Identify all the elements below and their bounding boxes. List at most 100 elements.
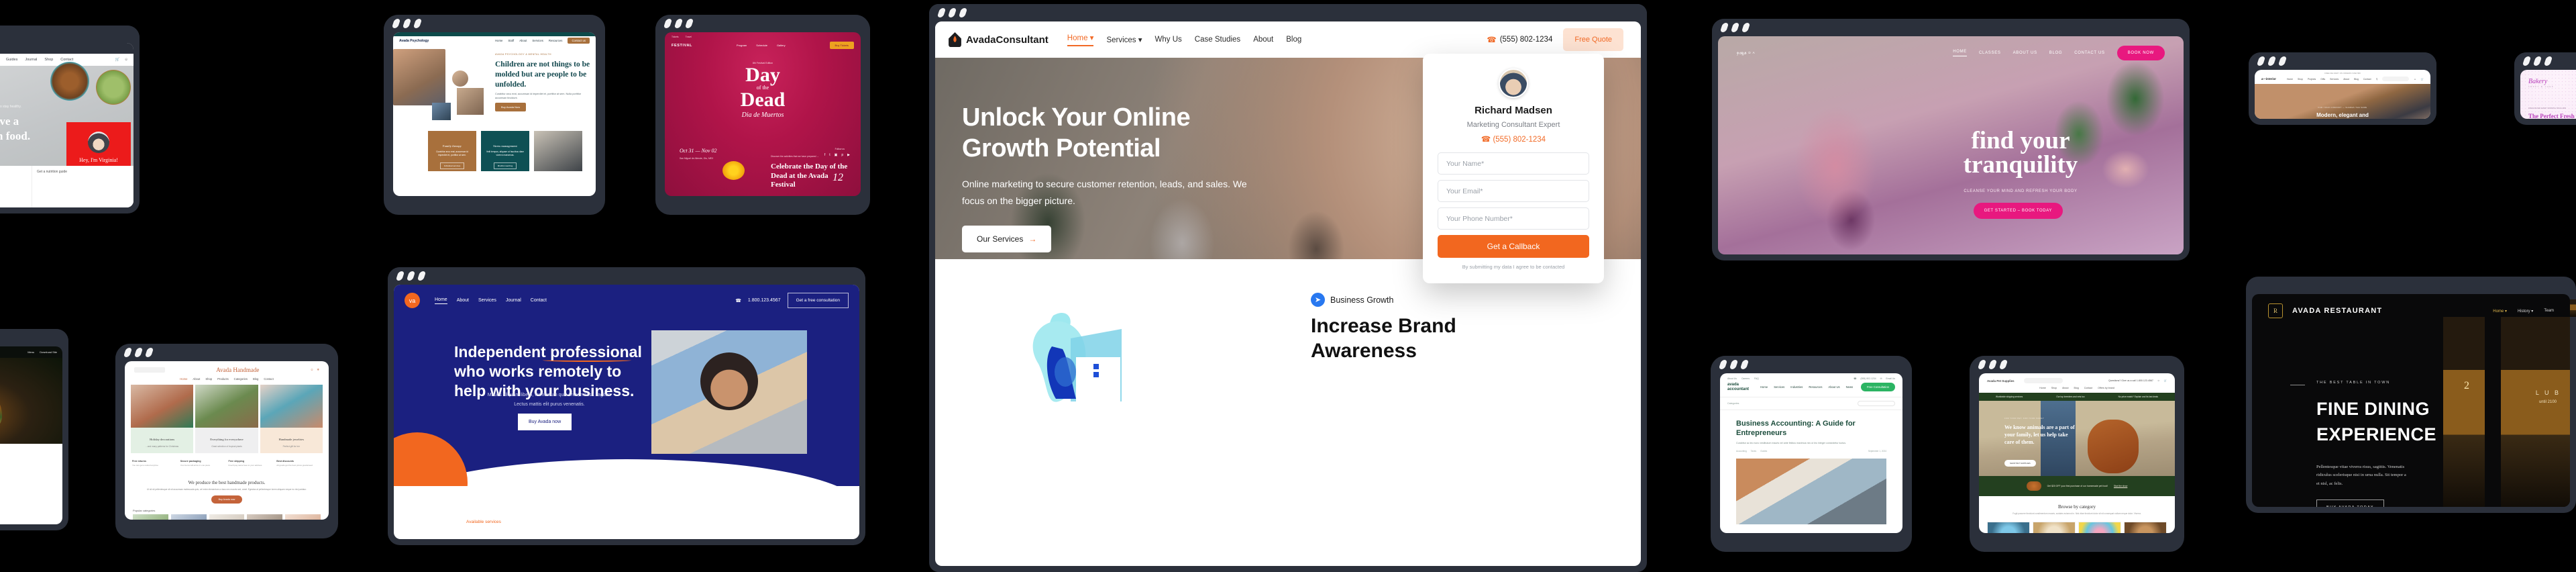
psych-nav-resources[interactable]: Resources [549, 39, 563, 42]
accountant-topnav-about[interactable]: About Us [1727, 377, 1737, 380]
food-nav-contact[interactable]: Contact [60, 58, 73, 62]
mockup-burger-restaurant[interactable]: Menu Download Site OUR RECIPES [0, 329, 68, 530]
interior-nav[interactable]: a—interior Home Shop Projects Gifts Serv… [2255, 75, 2430, 84]
accountant-topnav-careers[interactable]: Careers [1741, 377, 1750, 380]
account-icon[interactable]: ☺ [124, 58, 128, 62]
interior-nav-right[interactable]: ⚲ ☺ 🛒 [2376, 77, 2424, 81]
mockup-virtual-assistant[interactable]: va Home About Services Journal Contact ☎… [388, 267, 865, 545]
accountant-filter-bar[interactable]: Categories [1720, 397, 1902, 410]
mockup-handmade-shop[interactable]: Avada Handmade ☺ ❄ Home About Shop Produ… [115, 344, 338, 538]
handmade-icons[interactable]: ☺ ❄ [311, 368, 319, 372]
post-tag[interactable]: Guides [1760, 450, 1767, 452]
psych-card-stress[interactable]: Stress management Velit tempus, aliquam … [481, 131, 529, 171]
yoga-logo[interactable]: AVADA yoga [1737, 51, 1757, 56]
nav-item-home[interactable]: Home ▾ [1067, 33, 1094, 46]
va-nav-about[interactable]: About [457, 298, 469, 303]
dod-nav[interactable]: FESTIVAL Program Schedule Gallery Buy Ti… [665, 38, 861, 52]
post-tag[interactable]: Taxes [1751, 450, 1756, 452]
psych-card-button[interactable]: Individual services [439, 162, 465, 169]
categories-dropdown[interactable]: Categories [1727, 402, 1739, 405]
handmade-nav-shop[interactable]: Shop [205, 377, 212, 381]
pet-topbar-right[interactable]: Questions? Give us a call 1.800.123.4567… [2108, 379, 2167, 382]
pet-nav-blog[interactable]: Blog [2074, 387, 2079, 389]
cart-icon[interactable]: 🛒 [115, 58, 120, 62]
va-nav-journal[interactable]: Journal [506, 298, 521, 303]
consultant-phone[interactable]: ☎ (555) 802-1234 [1487, 35, 1552, 44]
burger-nav[interactable]: Menu Download Site [0, 346, 62, 358]
accountant-topnav-faq[interactable]: FAQ [1754, 377, 1759, 380]
callback-form-card[interactable]: Richard Madsen Marketing Consultant Expe… [1423, 54, 1604, 283]
food-nav-journal[interactable]: Journal [25, 58, 37, 62]
handmade-logo[interactable]: Avada Handmade [216, 367, 259, 373]
interior-nav-services[interactable]: Services [2330, 78, 2339, 81]
pet-topbar[interactable]: Avada Pet Supplies Questions? Give us a … [1979, 373, 2175, 385]
accountant-nav-news[interactable]: News [1846, 385, 1853, 389]
popular-thumb[interactable] [247, 514, 283, 520]
interior-nav-home[interactable]: Home [2287, 78, 2293, 81]
post-title[interactable]: Business Accounting: A Guide for Entrepr… [1736, 420, 1886, 438]
interior-logo[interactable]: a—interior [2261, 77, 2276, 81]
pet-nav-home[interactable]: Home [2039, 387, 2046, 389]
mockup-avada-consultant[interactable]: AvadaConsultant Home ▾ Services ▾ Why Us… [929, 4, 1647, 572]
va-phone[interactable]: 1.800.123.4567 [748, 298, 781, 303]
cart-icon[interactable]: ❄ [317, 368, 319, 372]
mockup-yoga-studio[interactable]: AVADA yoga HOME CLASSES ABOUT US BLOG CON… [1712, 19, 2190, 260]
accountant-nav-industries[interactable]: Industries [1790, 385, 1803, 389]
psych-nav-services[interactable]: Services [532, 39, 543, 42]
handmade-nav-contact[interactable]: Contact [264, 377, 273, 381]
pet-nav-shop[interactable]: Shop [2051, 387, 2057, 389]
psych-card-family[interactable]: Family therapy Curabitur arcu erat, accu… [428, 131, 476, 171]
restaurant-nav-home[interactable]: Home ▾ [2493, 309, 2507, 314]
accountant-logo[interactable]: avada accountant [1727, 383, 1749, 391]
handmade-nav-products[interactable]: Products [217, 377, 229, 381]
interior-nav-about[interactable]: About [2343, 78, 2349, 81]
yoga-nav-blog[interactable]: BLOG [2049, 51, 2062, 55]
category-tile[interactable] [1987, 522, 2030, 533]
psych-nav-home[interactable]: Home [495, 39, 502, 42]
popular-thumb[interactable] [170, 514, 207, 520]
category-tile[interactable] [2124, 522, 2167, 533]
va-consultation-button[interactable]: Get a free consultation [787, 293, 849, 308]
burger-nav-download[interactable]: Download Site [40, 350, 57, 354]
restaurant-brand[interactable]: AVADA RESTAURANT [2292, 307, 2382, 315]
category-tile[interactable] [2078, 522, 2121, 533]
phone-field[interactable]: Your Phone Number* [1438, 207, 1589, 230]
restaurant-nav-team[interactable]: Team [2544, 309, 2554, 314]
consultant-navbar[interactable]: AvadaConsultant Home ▾ Services ▾ Why Us… [935, 21, 1641, 58]
interior-nav-gifts[interactable]: Gifts [2320, 78, 2325, 81]
post-tag[interactable]: Accounting [1736, 450, 1747, 452]
promo-button[interactable]: Buy Avada now [211, 495, 243, 504]
pet-nav-offers[interactable]: Offers by brand [2098, 387, 2114, 389]
va-buy-button[interactable]: Buy Avada now [518, 414, 572, 430]
mockup-fine-dining[interactable]: R AVADA RESTAURANT Home ▾ History ▾ Team… [2246, 277, 2576, 513]
va-nav-right[interactable]: ☎ 1.800.123.4567 Get a free consultation [735, 293, 849, 308]
interior-nav-projects[interactable]: Projects [2308, 78, 2316, 81]
nav-item-services[interactable]: Services ▾ [1106, 35, 1142, 44]
accountant-nav-resources[interactable]: Resources [1809, 385, 1822, 389]
dod-celebrate-kicker[interactable]: Discover the activities that we have pre… [771, 155, 851, 159]
dod-topnav-tickets[interactable]: Tickets [672, 36, 679, 38]
va-nav-services[interactable]: Services [478, 298, 496, 303]
get-callback-button[interactable]: Get a Callback [1438, 235, 1589, 258]
psych-card-button[interactable]: Mindful coaching [493, 162, 517, 169]
search-input[interactable] [1858, 401, 1895, 406]
search-icon[interactable]: ⚲ [2376, 78, 2377, 81]
pet-nav-about[interactable]: About [2062, 387, 2068, 389]
interior-nav-blog[interactable]: Blog [2354, 78, 2359, 81]
accountant-contact-info[interactable]: ☎ (555) 802-1234 ✉ Email Us [1854, 377, 1895, 380]
restaurant-nav[interactable]: Home ▾ History ▾ Team [2493, 309, 2554, 314]
handmade-nav-home[interactable]: Home [180, 377, 187, 381]
psych-nav-staff[interactable]: Staff [508, 39, 514, 42]
email-field[interactable]: Your Email* [1438, 180, 1589, 202]
consultant-logo[interactable]: AvadaConsultant [949, 32, 1049, 47]
va-nav[interactable]: va Home About Services Journal Contact ☎… [394, 285, 859, 316]
va-nav-home[interactable]: Home [435, 297, 447, 304]
psych-contact-button[interactable]: Contact us [568, 38, 590, 44]
pet-shop-button[interactable]: SHOP PET SUPPLIES [2004, 460, 2036, 467]
accountant-nav-services[interactable]: Services [1774, 385, 1784, 389]
psych-buy-button[interactable]: Buy Avada Now [495, 103, 527, 111]
dod-nav-schedule[interactable]: Schedule [756, 44, 767, 47]
yoga-nav-contact[interactable]: CONTACT US [2074, 51, 2104, 55]
free-quote-button[interactable]: Free Quote [1563, 28, 1623, 51]
mockup-bakery[interactable]: Bakery SWEET & CAKE FRESH BAKED EVERY MO… [2514, 52, 2576, 125]
